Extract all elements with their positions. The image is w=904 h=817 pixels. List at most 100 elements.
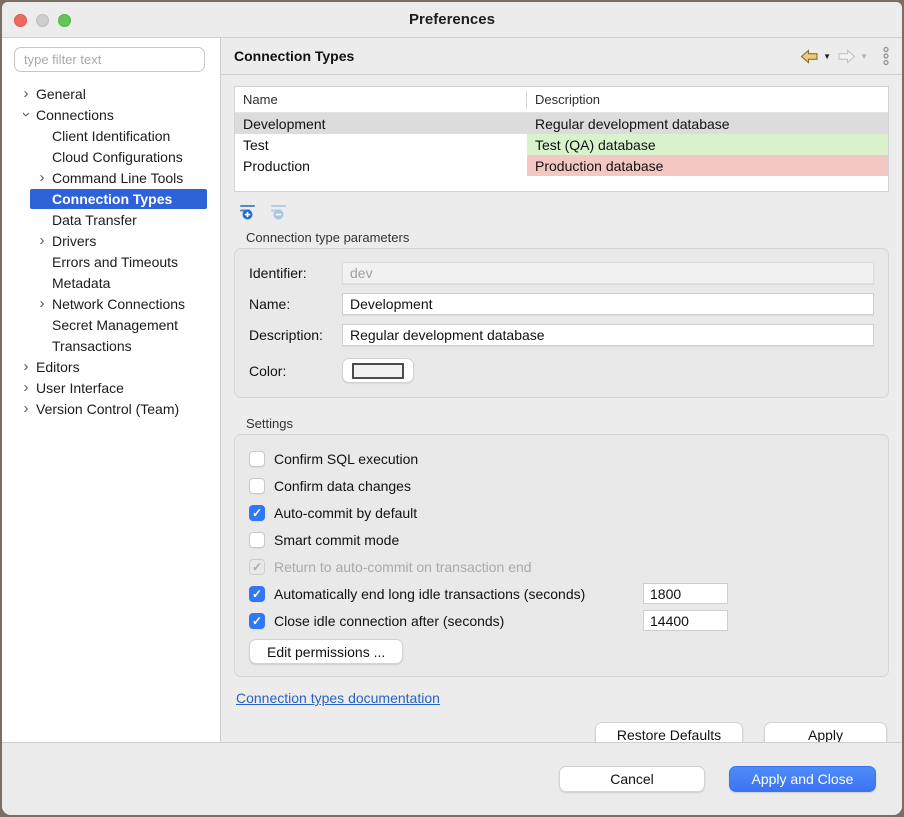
table-body: DevelopmentRegular development databaseT…	[235, 113, 888, 176]
setting-label: Smart commit mode	[274, 532, 399, 548]
description-field[interactable]	[342, 324, 874, 346]
checkbox-auto-commit-by-default[interactable]	[249, 505, 265, 521]
sidebar-item-label: Drivers	[52, 233, 96, 249]
apply-button[interactable]: Apply	[764, 722, 887, 742]
value-field-automatically-end-long-idle-transactions-seconds[interactable]	[643, 583, 728, 604]
chevron-right-icon[interactable]: ›	[32, 170, 52, 185]
chevron-right-icon[interactable]: ›	[16, 401, 36, 416]
sidebar-item-drivers[interactable]: ›Drivers	[30, 230, 220, 251]
settings-group-box: Confirm SQL execution Confirm data change…	[234, 434, 889, 677]
preferences-sidebar: ›General›ConnectionsClient Identificatio…	[2, 38, 221, 742]
cell-name: Development	[235, 113, 527, 134]
checkbox-close-idle-connection-after-seconds[interactable]	[249, 613, 265, 629]
sidebar-item-metadata[interactable]: Metadata	[30, 272, 220, 293]
dialog-footer: Cancel Apply and Close	[2, 742, 902, 815]
sidebar-item-network-connections[interactable]: ›Network Connections	[30, 293, 220, 314]
setting-row-automatically-end-long-idle-transactions-seconds: Automatically end long idle transactions…	[249, 580, 874, 607]
sidebar-item-client-identification[interactable]: Client Identification	[30, 125, 220, 146]
apply-and-close-button[interactable]: Apply and Close	[729, 766, 876, 792]
sidebar-item-cloud-configurations[interactable]: Cloud Configurations	[30, 146, 220, 167]
cell-name: Test	[235, 134, 527, 155]
cell-name: Production	[235, 155, 527, 176]
sidebar-item-label: Cloud Configurations	[52, 149, 183, 165]
description-label: Description:	[249, 327, 342, 343]
sidebar-item-label: Editors	[36, 359, 80, 375]
page-header: Connection Types ▼ ▼	[221, 38, 902, 75]
filter-input[interactable]	[14, 47, 205, 72]
sidebar-item-label: Connection Types	[52, 191, 172, 207]
close-button[interactable]	[14, 14, 27, 27]
zoom-button[interactable]	[58, 14, 71, 27]
setting-row-return-to-auto-commit-on-transaction-end: Return to auto-commit on transaction end	[249, 553, 874, 580]
table-row-production[interactable]: ProductionProduction database	[235, 155, 888, 176]
back-dropdown-icon[interactable]: ▼	[823, 52, 831, 61]
sidebar-item-general[interactable]: ›General	[14, 83, 220, 104]
sidebar-item-label: Transactions	[52, 338, 132, 354]
documentation-link[interactable]: Connection types documentation	[236, 690, 440, 706]
checkbox-smart-commit-mode[interactable]	[249, 532, 265, 548]
column-header-description[interactable]: Description	[527, 92, 888, 107]
cancel-button[interactable]: Cancel	[559, 766, 705, 792]
setting-label: Return to auto-commit on transaction end	[274, 559, 532, 575]
sidebar-item-label: Network Connections	[52, 296, 185, 312]
back-icon[interactable]	[800, 49, 819, 64]
chevron-right-icon[interactable]: ›	[16, 86, 36, 101]
setting-label: Confirm SQL execution	[274, 451, 418, 467]
view-menu-icon[interactable]	[882, 46, 890, 66]
setting-label: Confirm data changes	[274, 478, 411, 494]
minimize-button[interactable]	[36, 14, 49, 27]
titlebar: Preferences	[2, 2, 902, 38]
params-group-label: Connection type parameters	[246, 230, 902, 245]
chevron-right-icon[interactable]: ›	[16, 380, 36, 395]
cell-description: Regular development database	[527, 113, 888, 134]
color-swatch	[352, 363, 404, 379]
sidebar-item-data-transfer[interactable]: Data Transfer	[30, 209, 220, 230]
setting-label: Close idle connection after (seconds)	[274, 613, 504, 629]
sidebar-item-version-control-team[interactable]: ›Version Control (Team)	[14, 398, 220, 419]
window-title: Preferences	[409, 11, 495, 28]
name-field[interactable]	[342, 293, 874, 315]
table-row-development[interactable]: DevelopmentRegular development database	[235, 113, 888, 134]
color-picker-button[interactable]	[342, 358, 414, 383]
identifier-label: Identifier:	[249, 265, 342, 281]
sidebar-item-label: Errors and Timeouts	[52, 254, 178, 270]
preferences-window: Preferences ›General›ConnectionsClient I…	[0, 0, 904, 817]
sidebar-item-label: Connections	[36, 107, 114, 123]
chevron-right-icon[interactable]: ›	[32, 296, 52, 311]
add-connection-type-icon[interactable]	[238, 202, 260, 220]
setting-row-confirm-sql-execution: Confirm SQL execution	[249, 445, 874, 472]
checkbox-confirm-data-changes[interactable]	[249, 478, 265, 494]
chevron-right-icon[interactable]: ›	[32, 233, 52, 248]
sidebar-item-transactions[interactable]: Transactions	[30, 335, 220, 356]
chevron-down-icon[interactable]: ›	[16, 107, 36, 122]
sidebar-item-editors[interactable]: ›Editors	[14, 356, 220, 377]
setting-row-close-idle-connection-after-seconds: Close idle connection after (seconds)	[249, 607, 874, 634]
chevron-right-icon[interactable]: ›	[16, 359, 36, 374]
edit-permissions-button[interactable]: Edit permissions ...	[249, 639, 403, 664]
cell-description: Test (QA) database	[527, 134, 888, 155]
checkbox-automatically-end-long-idle-transactions-seconds[interactable]	[249, 586, 265, 602]
table-row-test[interactable]: TestTest (QA) database	[235, 134, 888, 155]
sidebar-tree: ›General›ConnectionsClient Identificatio…	[2, 83, 220, 419]
restore-defaults-button[interactable]: Restore Defaults	[595, 722, 743, 742]
color-label: Color:	[249, 363, 342, 379]
params-group-box: Identifier: Name: Description: Color:	[234, 248, 889, 398]
column-header-name[interactable]: Name	[235, 91, 527, 109]
sidebar-item-label: Command Line Tools	[52, 170, 183, 186]
connection-types-table: Name Description DevelopmentRegular deve…	[234, 86, 889, 192]
value-field-close-idle-connection-after-seconds[interactable]	[643, 610, 728, 631]
sidebar-item-errors-and-timeouts[interactable]: Errors and Timeouts	[30, 251, 220, 272]
sidebar-item-connection-types[interactable]: Connection Types	[30, 188, 220, 209]
sidebar-item-command-line-tools[interactable]: ›Command Line Tools	[30, 167, 220, 188]
forward-icon	[837, 49, 856, 64]
sidebar-item-secret-management[interactable]: Secret Management	[30, 314, 220, 335]
checkbox-confirm-sql-execution[interactable]	[249, 451, 265, 467]
name-label: Name:	[249, 296, 342, 312]
sidebar-item-connections[interactable]: ›Connections	[14, 104, 220, 125]
sidebar-item-label: Client Identification	[52, 128, 170, 144]
setting-row-confirm-data-changes: Confirm data changes	[249, 472, 874, 499]
remove-connection-type-icon	[269, 202, 291, 220]
setting-label: Automatically end long idle transactions…	[274, 586, 585, 602]
setting-row-smart-commit-mode: Smart commit mode	[249, 526, 874, 553]
sidebar-item-user-interface[interactable]: ›User Interface	[14, 377, 220, 398]
